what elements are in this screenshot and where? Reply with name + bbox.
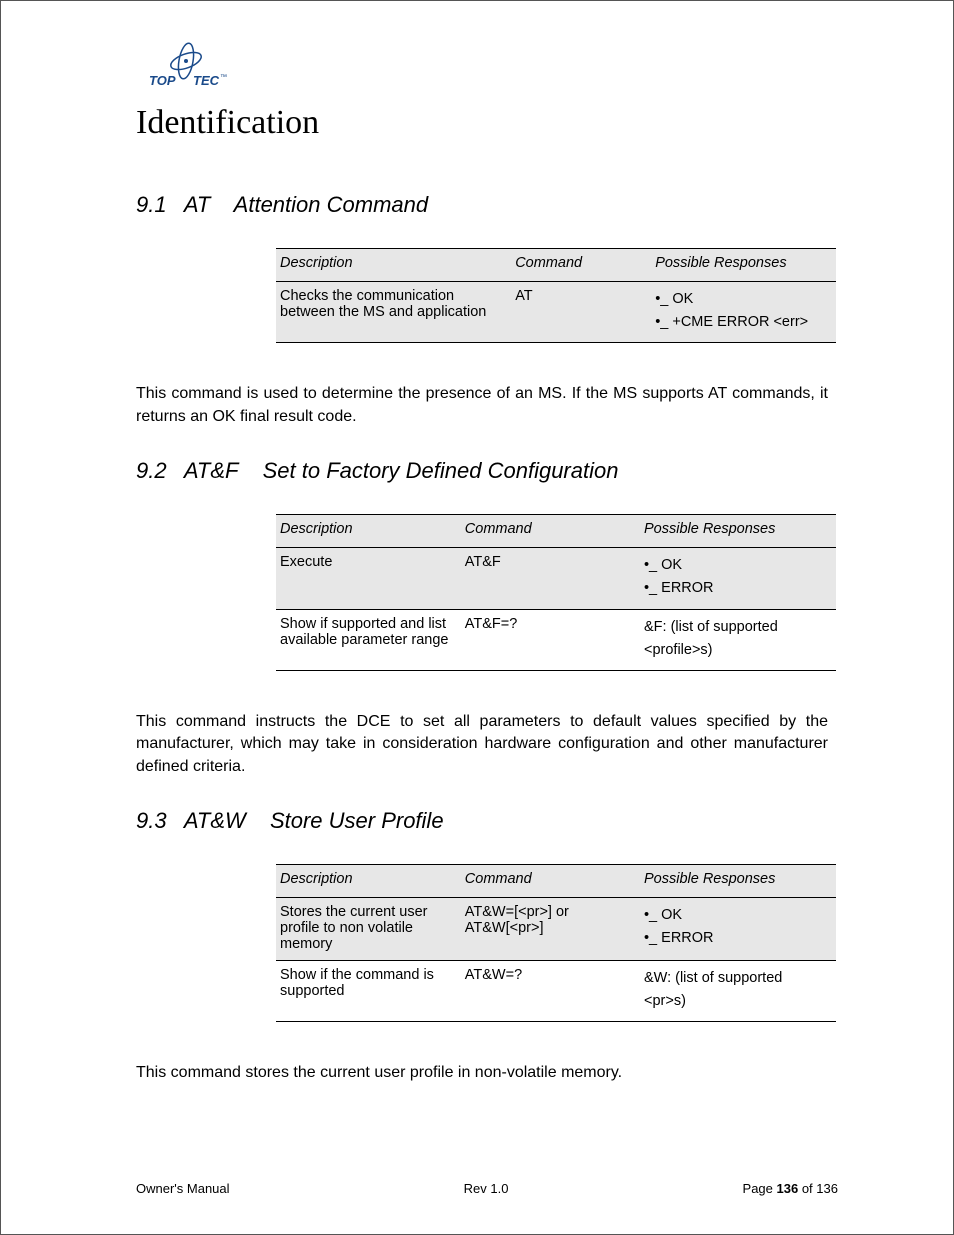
table-row: Show if supported and list available par…: [276, 609, 836, 670]
cell-responses: &W: (list of supported <pr>s): [640, 961, 836, 1022]
cell-description: Checks the communication between the MS …: [276, 282, 511, 343]
section-name: Store User Profile: [270, 808, 444, 833]
section-heading-9-1: 9.1 AT Attention Command: [136, 192, 903, 218]
document-page: TOP TEC ™ Identification 9.1 AT Attentio…: [0, 0, 954, 1235]
table-header-responses: Possible Responses: [640, 515, 836, 548]
section-name: Set to Factory Defined Configuration: [263, 458, 619, 483]
section-cmd: AT&W: [184, 808, 246, 833]
cell-responses: &F: (list of supported <profile>s): [640, 609, 836, 670]
table-header-description: Description: [276, 865, 461, 898]
cell-command: AT&F=?: [461, 609, 640, 670]
section-body-9-2: This command instructs the DCE to set al…: [136, 711, 828, 778]
toptec-logo-icon: TOP TEC ™: [136, 41, 236, 89]
cell-description: Stores the current user profile to non v…: [276, 898, 461, 961]
section-number: 9.2: [136, 458, 167, 483]
cell-command: AT&W=[<pr>] or AT&W[<pr>]: [461, 898, 640, 961]
cell-responses: •_ OK •_ ERROR: [640, 898, 836, 961]
table-row: Checks the communication between the MS …: [276, 282, 836, 343]
table-header-description: Description: [276, 249, 511, 282]
cell-description: Execute: [276, 548, 461, 609]
table-header-command: Command: [461, 515, 640, 548]
section-number: 9.3: [136, 808, 167, 833]
svg-text:TEC: TEC: [193, 73, 220, 88]
table-header-command: Command: [461, 865, 640, 898]
section-cmd: AT: [184, 192, 210, 217]
svg-text:™: ™: [220, 74, 227, 81]
table-header-responses: Possible Responses: [640, 865, 836, 898]
command-table-9-1: Description Command Possible Responses C…: [276, 248, 836, 343]
cell-command: AT&F: [461, 548, 640, 609]
table-header-description: Description: [276, 515, 461, 548]
section-number: 9.1: [136, 192, 167, 217]
footer-center: Rev 1.0: [464, 1181, 509, 1196]
cell-responses: •_ OK •_ +CME ERROR <err>: [651, 282, 836, 343]
cell-responses: •_ OK •_ ERROR: [640, 548, 836, 609]
cell-command: AT&W=?: [461, 961, 640, 1022]
cell-command: AT: [511, 282, 651, 343]
section-body-9-3: This command stores the current user pro…: [136, 1062, 828, 1084]
cell-description: Show if supported and list available par…: [276, 609, 461, 670]
section-name: Attention Command: [234, 192, 428, 217]
svg-text:TOP: TOP: [149, 73, 176, 88]
section-body-9-1: This command is used to determine the pr…: [136, 383, 828, 428]
table-row: Stores the current user profile to non v…: [276, 898, 836, 961]
table-row: Show if the command is supported AT&W=? …: [276, 961, 836, 1022]
table-header-command: Command: [511, 249, 651, 282]
footer-page-number: Page 136 of 136: [743, 1181, 838, 1196]
cell-description: Show if the command is supported: [276, 961, 461, 1022]
command-table-9-3: Description Command Possible Responses S…: [276, 864, 836, 1022]
section-cmd: AT&F: [184, 458, 239, 483]
command-table-9-2: Description Command Possible Responses E…: [276, 514, 836, 671]
page-footer: Owner's Manual Rev 1.0 Page 136 of 136: [136, 1181, 838, 1196]
section-heading-9-3: 9.3 AT&W Store User Profile: [136, 808, 903, 834]
table-row: Execute AT&F •_ OK •_ ERROR: [276, 548, 836, 609]
table-header-responses: Possible Responses: [651, 249, 836, 282]
page-title: Identification: [136, 104, 903, 142]
footer-left: Owner's Manual: [136, 1181, 230, 1196]
section-heading-9-2: 9.2 AT&F Set to Factory Defined Configur…: [136, 458, 903, 484]
logo: TOP TEC ™: [136, 41, 903, 94]
